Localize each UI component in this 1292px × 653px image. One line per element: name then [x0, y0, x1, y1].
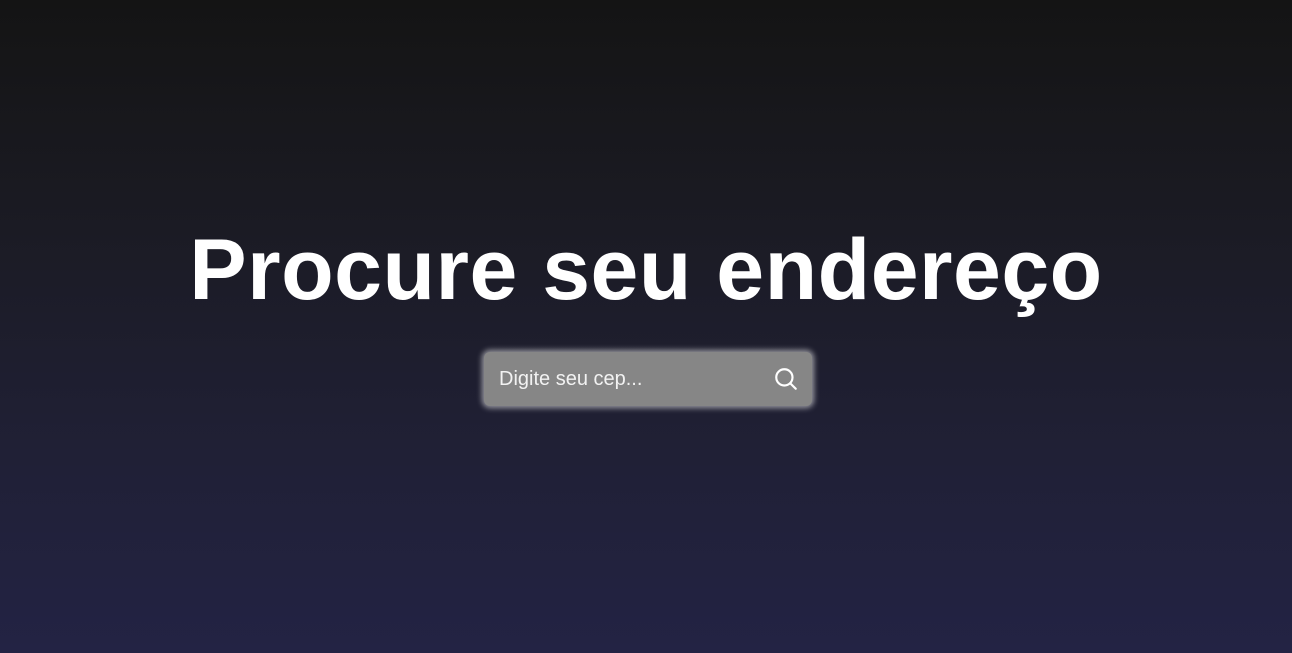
cep-search-input[interactable] [484, 352, 764, 406]
search-button[interactable] [764, 352, 808, 406]
search-icon [773, 366, 799, 392]
cep-search-box [484, 352, 812, 406]
hero-section: Procure seu endereço [0, 0, 1292, 653]
page-title: Procure seu endereço [189, 222, 1103, 318]
